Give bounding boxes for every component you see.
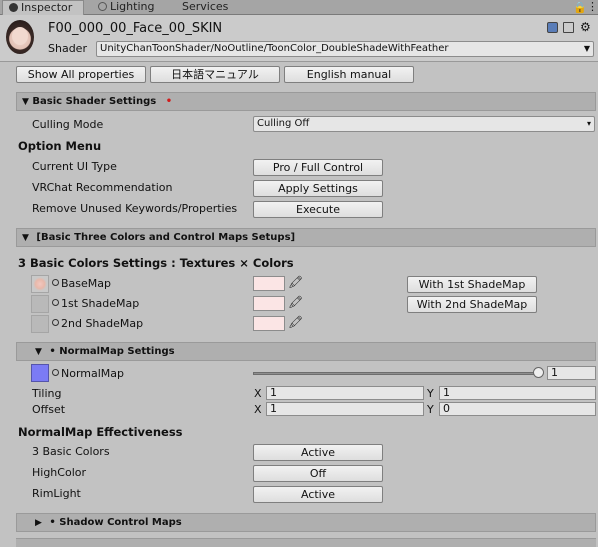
current-ui-type-label: Current UI Type — [32, 160, 117, 173]
tab-services-label: Services — [182, 0, 229, 13]
modified-dot-icon: • — [165, 96, 173, 107]
with-1st-shademap-button[interactable]: With 1st ShadeMap — [407, 276, 537, 293]
shader-dropdown[interactable]: UnityChanToonShader/NoOutline/ToonColor_… — [96, 41, 594, 57]
show-all-properties-button[interactable]: Show All properties — [16, 66, 146, 83]
normalmap-slider-thumb[interactable] — [533, 367, 544, 378]
japanese-manual-button[interactable]: 日本語マニュアル — [150, 66, 280, 83]
eyedropper-icon[interactable]: 🖍 — [288, 275, 303, 289]
normalmap-slider-track[interactable] — [253, 372, 540, 375]
tiling-y-field[interactable]: 1 — [439, 386, 596, 400]
offset-x-label: X — [254, 403, 262, 416]
offset-x-field[interactable]: 1 — [266, 402, 424, 416]
shade2-label: 2nd ShadeMap — [52, 317, 143, 330]
shade1-color-swatch[interactable] — [253, 296, 285, 311]
shader-label: Shader — [48, 42, 87, 55]
shade1-texture-slot[interactable] — [31, 295, 49, 313]
tab-inspector[interactable]: Inspector — [2, 0, 84, 15]
normalmap-section-title: • NormalMap Settings — [49, 346, 175, 357]
rimlight-toggle-button[interactable]: Active — [253, 486, 383, 503]
with-2nd-shademap-button[interactable]: With 2nd ShadeMap — [407, 296, 537, 313]
property-dot-icon — [52, 299, 59, 306]
tiling-y-label: Y — [427, 387, 434, 400]
tab-services[interactable]: Services — [176, 0, 246, 14]
normalmap-label-text: NormalMap — [61, 367, 125, 380]
tiling-label: Tiling — [32, 387, 62, 400]
shadow-control-maps-foldout[interactable]: ▶ • Shadow Control Maps — [16, 513, 596, 532]
foldout-arrow-icon: ▼ — [22, 233, 29, 243]
property-dot-icon — [52, 369, 59, 376]
tiling-x-field[interactable]: 1 — [266, 386, 424, 400]
rimlight-label: RimLight — [32, 487, 81, 500]
avatar-face — [12, 27, 28, 45]
offset-y-label: Y — [427, 403, 434, 416]
vrchat-recommendation-label: VRChat Recommendation — [32, 181, 173, 194]
three-colors-foldout[interactable]: ▼ [Basic Three Colors and Control Maps S… — [16, 228, 596, 247]
tiling-x-label: X — [254, 387, 262, 400]
three-colors-title: 3 Basic Colors Settings : Textures × Col… — [18, 256, 294, 270]
preset-icon[interactable] — [563, 22, 574, 33]
offset-y-field[interactable]: 0 — [439, 402, 596, 416]
updown-arrow-icon: ▾ — [586, 119, 591, 128]
option-menu-title: Option Menu — [18, 139, 102, 153]
remove-unused-label: Remove Unused Keywords/Properties — [32, 202, 238, 215]
shadow-section-title: • Shadow Control Maps — [49, 517, 182, 528]
three-colors-section-title: [Basic Three Colors and Control Maps Set… — [36, 232, 296, 243]
normalmap-scale-field[interactable]: 1 — [547, 366, 596, 380]
tab-lighting[interactable]: Lighting — [92, 0, 172, 14]
tab-inspector-label: Inspector — [21, 1, 73, 14]
normalmap-effectiveness-title: NormalMap Effectiveness — [18, 425, 183, 439]
english-manual-button[interactable]: English manual — [284, 66, 414, 83]
shade2-texture-slot[interactable] — [31, 315, 49, 333]
property-dot-icon — [52, 319, 59, 326]
shade1-label: 1st ShadeMap — [52, 297, 139, 310]
culling-mode-dropdown[interactable]: Culling Off ▾ — [253, 116, 595, 132]
highcolor-toggle-button[interactable]: Off — [253, 465, 383, 482]
shade1-label-text: 1st ShadeMap — [61, 297, 140, 310]
foldout-arrow-icon: ▼ — [35, 347, 42, 357]
tab-menu-icon[interactable]: ⋮ — [587, 0, 598, 13]
shade2-label-text: 2nd ShadeMap — [61, 317, 144, 330]
basic-shader-settings-title: Basic Shader Settings — [32, 96, 157, 107]
shader-dropdown-value: UnityChanToonShader/NoOutline/ToonColor_… — [100, 43, 449, 54]
basic-shader-settings-foldout[interactable]: ▼ Basic Shader Settings • — [16, 92, 596, 111]
apply-settings-button[interactable]: Apply Settings — [253, 180, 383, 197]
basic-colors-toggle-button[interactable]: Active — [253, 444, 383, 461]
lock-icon[interactable]: 🔒 — [573, 1, 587, 14]
culling-mode-label: Culling Mode — [32, 118, 104, 131]
tab-lighting-label: Lighting — [110, 0, 155, 13]
highcolor-label: HighColor — [32, 466, 87, 479]
material-title: F00_000_00_Face_00_SKIN — [48, 21, 223, 36]
basic-colors-label: 3 Basic Colors — [32, 445, 110, 458]
ui-type-button[interactable]: Pro / Full Control — [253, 159, 383, 176]
chevron-down-icon: ▼ — [583, 44, 590, 53]
shade2-color-swatch[interactable] — [253, 316, 285, 331]
basemap-label-text: BaseMap — [61, 277, 111, 290]
normalmap-label: NormalMap — [52, 367, 124, 380]
lightbulb-icon — [98, 2, 107, 11]
eyedropper-icon[interactable]: 🖍 — [288, 295, 303, 309]
basemap-color-swatch[interactable] — [253, 276, 285, 291]
normalmap-settings-foldout[interactable]: ▼ • NormalMap Settings — [16, 342, 596, 361]
info-icon — [9, 3, 18, 12]
culling-mode-value: Culling Off — [257, 118, 310, 129]
help-book-icon[interactable] — [547, 22, 558, 33]
offset-label: Offset — [32, 403, 66, 416]
eyedropper-icon[interactable]: 🖍 — [288, 315, 303, 329]
execute-button[interactable]: Execute — [253, 201, 383, 218]
property-dot-icon — [52, 279, 59, 286]
basemap-texture-slot[interactable] — [31, 275, 49, 293]
foldout-arrow-right-icon: ▶ — [35, 518, 42, 528]
basemap-label: BaseMap — [52, 277, 111, 290]
normalmap-texture-slot[interactable] — [31, 364, 49, 382]
gear-icon[interactable]: ⚙ — [580, 20, 591, 34]
foldout-arrow-icon: ▼ — [22, 97, 29, 107]
tab-bar — [0, 0, 598, 15]
